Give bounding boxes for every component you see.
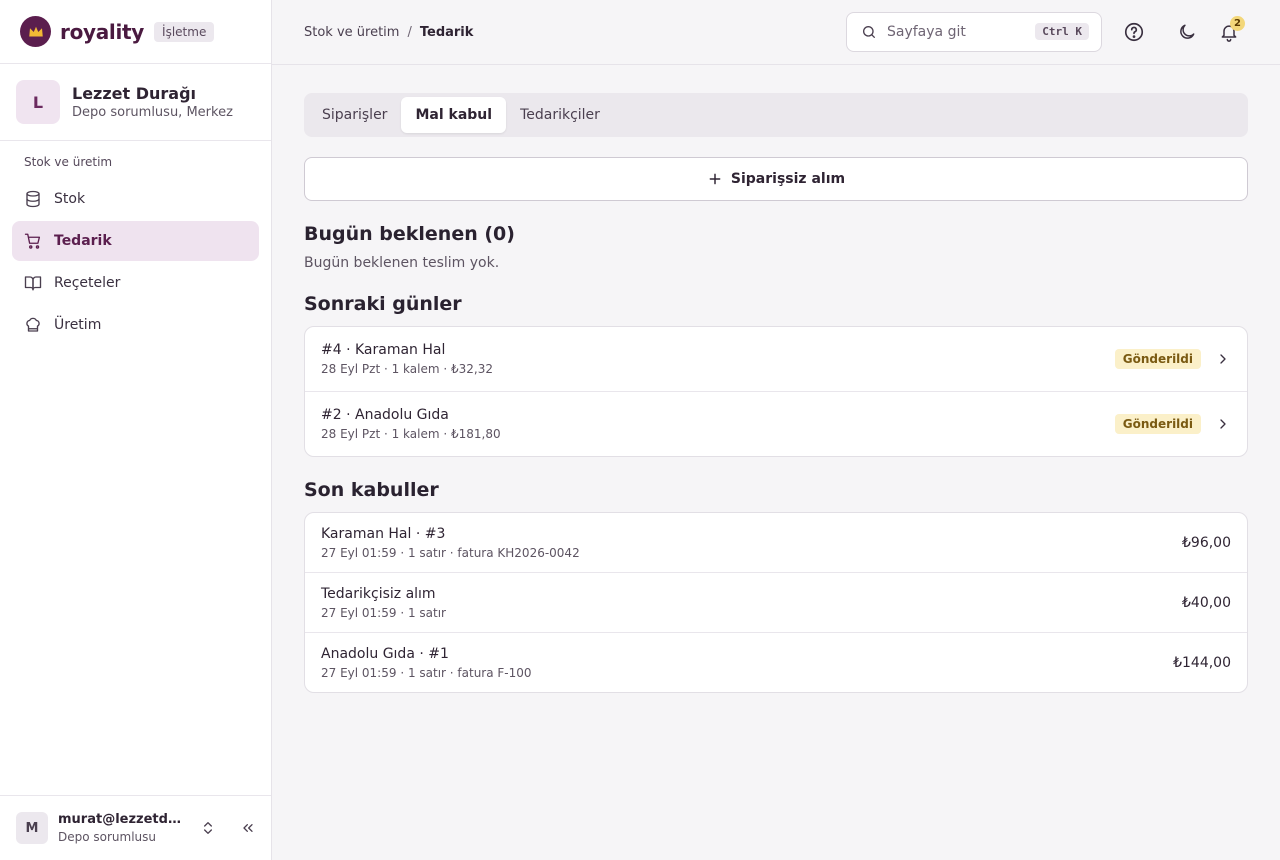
org-role: Depo sorumlusu, Merkez (72, 105, 233, 120)
brand-row: royality İşletme (0, 0, 271, 64)
unordered-receipt-button[interactable]: Siparişsiz alım (304, 157, 1248, 201)
user-role: Depo sorumlusu (58, 830, 157, 844)
receipt-details: 27 Eyl 01:59 · 1 satır · fatura KH2026-0… (321, 545, 580, 560)
order-title: #2 · Anadolu Gıda (321, 407, 449, 423)
sidebar-item-stok[interactable]: Stok (12, 179, 259, 219)
chevron-right-icon (1215, 416, 1231, 432)
receipt-amount: ₺96,00 (1182, 534, 1231, 551)
sidebar-item-receteler[interactable]: Reçeteler (12, 263, 259, 303)
org-name: Lezzet Durağı (72, 84, 197, 103)
upcoming-title: Sonraki günler (304, 293, 462, 315)
nav-group-title: Stok ve üretim (24, 155, 113, 169)
brand-badge: İşletme (154, 21, 215, 42)
receipt-title: Karaman Hal · #3 (321, 525, 446, 542)
unordered-receipt-label: Siparişsiz alım (730, 171, 846, 187)
breadcrumb-parent[interactable]: Stok ve üretim (304, 25, 399, 40)
sidebar-item-label: Stok (54, 191, 86, 207)
receipt-details: 27 Eyl 01:59 · 1 satır (321, 605, 446, 620)
list-item[interactable]: Tedarikçisiz alım 27 Eyl 01:59 · 1 satır… (305, 573, 1247, 633)
sidebar-item-uretim[interactable]: Üretim (12, 305, 259, 345)
org-switcher[interactable]: L Lezzet Durağı Depo sorumlusu, Merkez (0, 64, 271, 141)
list-item[interactable]: Anadolu Gıda · #1 27 Eyl 01:59 · 1 satır… (305, 633, 1247, 692)
recent-title: Son kabuller (304, 479, 439, 501)
sidebar-item-label: Tedarik (54, 233, 112, 249)
user-menu[interactable]: M murat@lezzetdurağı.com Depo sorumlusu (0, 795, 271, 860)
today-empty-text: Bugün beklenen teslim yok. (304, 255, 500, 271)
notification-count-badge: 2 (1230, 16, 1245, 31)
sidebar-item-label: Reçeteler (54, 275, 121, 291)
user-email: murat@lezzetdurağı.com (58, 812, 184, 827)
plus-icon (707, 171, 723, 187)
breadcrumb-separator: / (407, 24, 412, 40)
breadcrumb-current: Tedarik (419, 24, 474, 40)
bell-icon[interactable]: 2 (1217, 16, 1245, 44)
sidebar: royality İşletme L Lezzet Durağı Depo so… (0, 0, 272, 860)
nav-group: Stok ve üretim Stok Tedarik Reçeteler Ür… (0, 141, 271, 345)
today-title: Bugün beklenen (0) (304, 223, 515, 245)
book-icon (24, 274, 42, 292)
recent-list: Karaman Hal · #3 27 Eyl 01:59 · 1 satır … (304, 512, 1248, 693)
moon-icon[interactable] (1175, 20, 1199, 44)
collapse-sidebar-icon[interactable] (236, 816, 260, 840)
crown-logo-icon[interactable] (20, 16, 51, 47)
chef-hat-icon (24, 316, 42, 334)
upcoming-list: #4 · Karaman Hal 28 Eyl Pzt · 1 kalem · … (304, 326, 1248, 457)
tab-mal-kabul[interactable]: Mal kabul (401, 97, 507, 133)
sidebar-item-label: Üretim (54, 317, 102, 333)
database-icon (24, 190, 42, 208)
tab-list: Siparişler Mal kabul Tedarikçiler (304, 93, 1248, 137)
tab-siparisler[interactable]: Siparişler (308, 97, 401, 133)
brand-name[interactable]: royality (60, 20, 144, 44)
user-avatar: M (16, 812, 48, 844)
status-badge: Gönderildi (1114, 349, 1201, 369)
order-details: 28 Eyl Pzt · 1 kalem · ₺32,32 (321, 362, 493, 376)
search-shortcut: Ctrl K (1035, 23, 1089, 40)
status-badge: Gönderildi (1114, 414, 1201, 434)
topbar: Stok ve üretim / Tedarik Sayfaya git Ctr… (272, 0, 1280, 65)
order-details: 28 Eyl Pzt · 1 kalem · ₺181,80 (321, 427, 501, 441)
receipt-title: Anadolu Gıda · #1 (321, 645, 449, 662)
receipt-amount: ₺144,00 (1173, 654, 1231, 671)
search-placeholder: Sayfaya git (887, 24, 966, 40)
search-input[interactable]: Sayfaya git Ctrl K (846, 12, 1102, 52)
help-icon[interactable] (1122, 20, 1146, 44)
sidebar-item-tedarik[interactable]: Tedarik (12, 221, 259, 261)
list-item[interactable]: Karaman Hal · #3 27 Eyl 01:59 · 1 satır … (305, 513, 1247, 573)
receipt-details: 27 Eyl 01:59 · 1 satır · fatura F-100 (321, 665, 532, 680)
tab-tedarikciler[interactable]: Tedarikçiler (506, 97, 614, 133)
org-avatar: L (16, 80, 60, 124)
chevrons-up-down-icon[interactable] (196, 816, 220, 840)
main-content: Siparişler Mal kabul Tedarikçiler Sipari… (304, 93, 1248, 693)
list-item[interactable]: #2 · Anadolu Gıda 28 Eyl Pzt · 1 kalem ·… (305, 392, 1247, 456)
breadcrumb: Stok ve üretim / Tedarik (304, 25, 473, 40)
receipt-amount: ₺40,00 (1182, 594, 1231, 611)
receipt-title: Tedarikçisiz alım (321, 585, 436, 602)
list-item[interactable]: #4 · Karaman Hal 28 Eyl Pzt · 1 kalem · … (305, 327, 1247, 392)
order-title: #4 · Karaman Hal (321, 342, 446, 358)
chevron-right-icon (1215, 351, 1231, 367)
cart-icon (24, 232, 42, 250)
search-icon (861, 24, 877, 40)
